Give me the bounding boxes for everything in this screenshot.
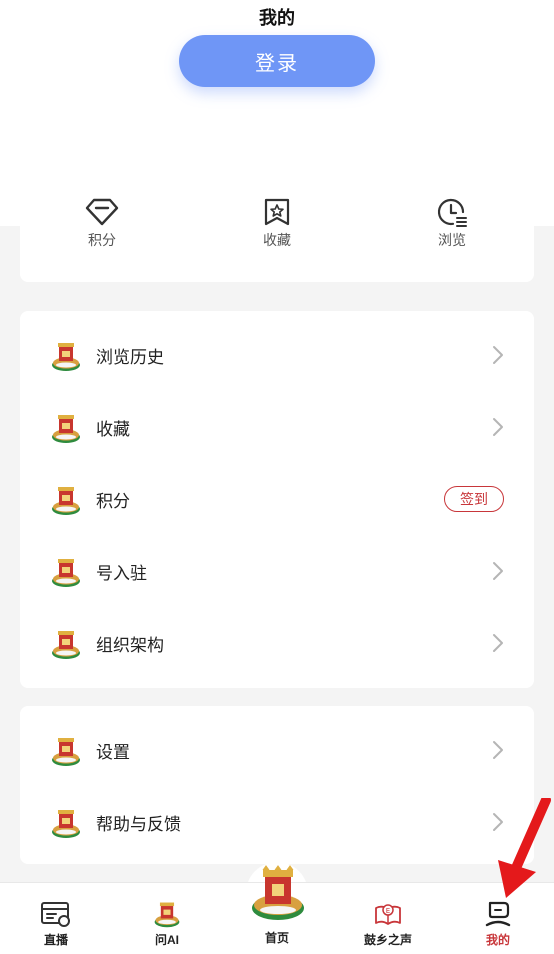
clock-history-icon	[434, 194, 470, 230]
app-logo-icon	[50, 627, 82, 661]
tab-label: 首页	[264, 931, 289, 945]
tab-label: 问AI	[154, 933, 179, 947]
diamond-icon	[84, 194, 120, 230]
book-e-icon: E	[372, 899, 404, 929]
app-logo-icon[interactable]	[250, 864, 306, 924]
tab-label: 鼓乡之声	[363, 933, 412, 947]
chevron-right-icon	[492, 740, 504, 760]
menu-item-browse-history[interactable]: 浏览历史	[20, 319, 534, 391]
app-logo-icon	[50, 339, 82, 373]
stat-favorites[interactable]: 收藏	[232, 194, 322, 250]
app-logo-icon	[50, 806, 82, 840]
menu-item-points[interactable]: 积分 签到	[20, 463, 534, 535]
stats-card: 积分 收藏 浏览	[20, 190, 534, 282]
tab-mine[interactable]: 我的	[448, 883, 548, 954]
stat-points-label: 积分	[88, 232, 116, 248]
app-logo-icon	[151, 899, 183, 929]
tab-label: 直播	[43, 933, 68, 947]
menu-item-label: 浏览历史	[96, 347, 164, 367]
app-logo-icon	[50, 483, 82, 517]
tab-label: 我的	[485, 933, 510, 947]
stat-favorites-label: 收藏	[263, 232, 291, 248]
menu-item-label: 帮助与反馈	[96, 814, 181, 834]
login-button[interactable]: 登录	[179, 35, 375, 87]
menu-item-favorites[interactable]: 收藏	[20, 391, 534, 463]
menu-item-label: 收藏	[96, 419, 130, 439]
bookmark-star-icon	[259, 194, 295, 230]
chevron-right-icon	[492, 345, 504, 365]
stat-history[interactable]: 浏览	[407, 194, 497, 250]
chevron-right-icon	[492, 633, 504, 653]
app-logo-icon	[50, 555, 82, 589]
menu-item-label: 组织架构	[96, 635, 164, 655]
menu-item-settings[interactable]: 设置	[20, 714, 534, 786]
menu-item-help-feedback[interactable]: 帮助与反馈	[20, 786, 534, 858]
tab-voice[interactable]: E 鼓乡之声	[338, 883, 438, 954]
menu-item-label: 积分	[96, 491, 130, 511]
svg-text:E: E	[386, 907, 390, 915]
menu-item-account-join[interactable]: 号入驻	[20, 535, 534, 607]
tab-live[interactable]: 直播	[6, 883, 106, 954]
tab-ask-ai[interactable]: 问AI	[117, 883, 217, 954]
stat-points[interactable]: 积分	[57, 194, 147, 250]
menu-item-label: 设置	[96, 742, 130, 762]
sign-in-button[interactable]: 签到	[444, 486, 504, 512]
chevron-right-icon	[492, 812, 504, 832]
app-logo-icon	[50, 734, 82, 768]
chevron-right-icon	[492, 417, 504, 437]
menu-group-main: 浏览历史 收藏 积分 签到 号入驻 组织架构	[20, 311, 534, 688]
stat-history-label: 浏览	[438, 232, 466, 248]
user-icon	[482, 899, 514, 929]
page-title: 我的	[259, 8, 295, 28]
menu-group-settings: 设置 帮助与反馈	[20, 706, 534, 864]
chevron-right-icon	[492, 561, 504, 581]
menu-item-label: 号入驻	[96, 563, 147, 583]
live-browser-icon	[40, 899, 72, 929]
menu-item-organization[interactable]: 组织架构	[20, 607, 534, 679]
app-logo-icon	[50, 411, 82, 445]
